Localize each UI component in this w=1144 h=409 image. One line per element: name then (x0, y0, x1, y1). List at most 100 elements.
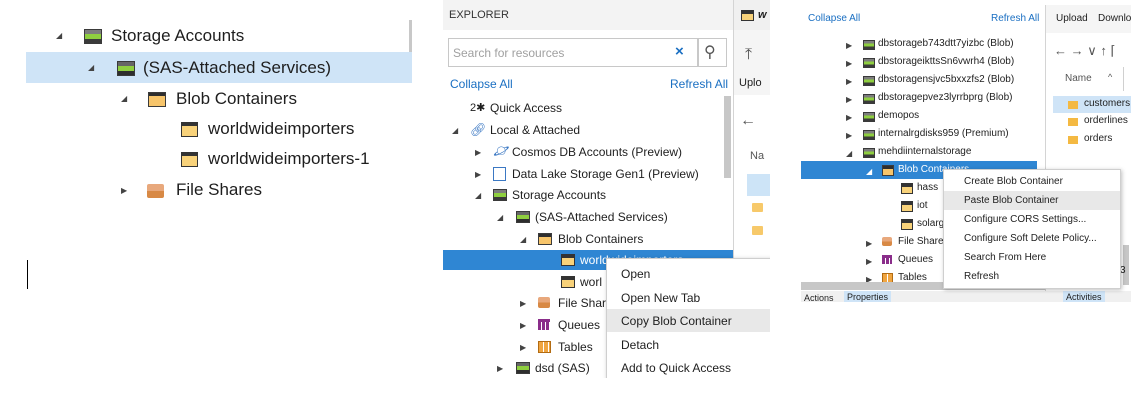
search-icon: ⚲ (704, 44, 716, 61)
menu-item-label: Configure Soft Delete Policy... (964, 233, 1097, 244)
menu-item-create-blob-container[interactable]: Create Blob Container (944, 172, 1120, 191)
search-box[interactable]: Search for resources × (448, 38, 698, 67)
tab-activities[interactable]: Activities (1063, 291, 1105, 302)
expanded-arrow-icon[interactable]: ◢ (497, 213, 503, 222)
storage-account-icon (863, 94, 875, 104)
tree-item-label: Queues (898, 254, 934, 265)
panel-1-tree: ◢ Storage Accounts ◢ (SAS-Attached Servi… (26, 20, 416, 198)
collapsed-arrow-icon[interactable]: ▶ (846, 77, 852, 86)
tree-item-label: Blob Containers (176, 89, 297, 108)
column-divider[interactable] (1123, 67, 1124, 91)
expanded-arrow-icon[interactable]: ◢ (846, 149, 852, 158)
column-name-header[interactable]: Name (1065, 73, 1092, 84)
collapsed-arrow-icon[interactable]: ▶ (846, 131, 852, 140)
collapsed-arrow-icon[interactable]: ▶ (866, 239, 872, 248)
clear-icon[interactable]: × (675, 43, 684, 60)
collapsed-arrow-icon[interactable]: ▶ (846, 95, 852, 104)
tree-item-sas-attached-services[interactable]: ◢ (SAS-Attached Services) (26, 52, 412, 83)
collapsed-arrow-icon[interactable]: ▶ (475, 170, 481, 179)
sidebar-scrollbar[interactable] (724, 96, 731, 178)
file-row-orderlines[interactable]: orderlines (1053, 113, 1131, 130)
search-button[interactable]: ⚲ (698, 38, 727, 67)
tree-item-local-attached[interactable]: ◢ 🔗︎ Local & Attached (443, 120, 770, 140)
tree-item-sas-attached-services[interactable]: ◢ (SAS-Attached Services) (443, 207, 770, 227)
collapsed-arrow-icon[interactable]: ▶ (497, 364, 503, 373)
menu-item-configure-soft-delete[interactable]: Configure Soft Delete Policy... (944, 229, 1120, 248)
expanded-arrow-icon[interactable]: ◢ (121, 94, 127, 103)
tree-item-quick-access[interactable]: 2✱ Quick Access (443, 98, 770, 118)
tree-item-storage-accounts[interactable]: ◢ Storage Accounts (443, 185, 770, 205)
menu-item-label: Add to Quick Access (621, 360, 732, 375)
expanded-arrow-icon[interactable]: ◢ (866, 167, 872, 176)
tree-item-storage-accounts[interactable]: ◢ Storage Accounts (26, 24, 416, 48)
tree-item-worldwideimporters-1[interactable]: worldwideimporters-1 (26, 146, 416, 172)
menu-item-label: Copy Blob Container (621, 313, 732, 328)
folder-icon (1068, 101, 1078, 109)
tree-item-cosmos-db[interactable]: ▶ 🪐︎ Cosmos DB Accounts (Preview) (443, 142, 770, 162)
menu-item-copy-blob-container[interactable]: Copy Blob Container (607, 309, 770, 332)
expanded-arrow-icon[interactable]: ◢ (452, 126, 458, 135)
blob-container-icon (901, 183, 913, 194)
tree-item-label: File Share (558, 296, 613, 310)
collapsed-arrow-icon[interactable]: ▶ (846, 59, 852, 68)
tree-item-worldwideimporters[interactable]: worldwideimporters (26, 116, 416, 142)
storage-account-icon (493, 189, 507, 201)
storage-account-icon (863, 148, 875, 158)
upload-icon[interactable]: ⤒ (745, 46, 752, 64)
menu-item-label: Configure CORS Settings... (964, 214, 1087, 225)
tab-properties[interactable]: Properties (844, 291, 892, 302)
file-row-customers[interactable]: customers (1053, 96, 1131, 113)
storage-account-icon (863, 130, 875, 140)
expanded-arrow-icon[interactable]: ◢ (88, 63, 94, 72)
collapse-all-link[interactable]: Collapse All (450, 77, 513, 91)
collapse-all-link[interactable]: Collapse All (808, 13, 860, 24)
collapsed-arrow-icon[interactable]: ▶ (520, 321, 526, 330)
tree-item-label: demopos (878, 110, 920, 121)
tree-item-data-lake[interactable]: ▶ Data Lake Storage Gen1 (Preview) (443, 164, 770, 184)
sort-ascending-icon[interactable]: ^ (1108, 72, 1112, 82)
blob-container-icon (181, 122, 198, 137)
expanded-arrow-icon[interactable]: ◢ (475, 191, 481, 200)
blob-containers-icon (538, 233, 552, 245)
editor-tab[interactable]: w (734, 0, 770, 30)
upload-button[interactable]: Upload (1056, 13, 1088, 24)
menu-item-configure-cors[interactable]: Configure CORS Settings... (944, 210, 1120, 229)
collapsed-arrow-icon[interactable]: ▶ (520, 299, 526, 308)
blob-container-icon (181, 152, 198, 167)
menu-item-open-new-tab[interactable]: Open New Tab (607, 286, 770, 309)
refresh-all-link[interactable]: Refresh All (991, 13, 1039, 24)
tree-item-blob-containers[interactable]: ◢ Blob Containers (26, 86, 416, 112)
menu-item-label: Open (621, 266, 651, 281)
tree-item-label: internalrgdisks959 (Premium) (878, 128, 1009, 139)
tree-item-label: (SAS-Attached Services) (535, 210, 668, 224)
back-arrow-icon[interactable]: ← (740, 112, 756, 130)
panel-2-explorer: EXPLORER Search for resources × ⚲ Collap… (443, 0, 770, 378)
refresh-all-link[interactable]: Refresh All (670, 77, 728, 91)
collapsed-arrow-icon[interactable]: ▶ (520, 343, 526, 352)
expanded-arrow-icon[interactable]: ◢ (520, 235, 526, 244)
menu-item-search-from-here[interactable]: Search From Here (944, 248, 1120, 267)
upload-button[interactable]: Uplo (739, 77, 762, 89)
tab-actions[interactable]: Actions (804, 293, 834, 302)
collapsed-arrow-icon[interactable]: ▶ (846, 113, 852, 122)
blob-containers-icon (148, 92, 166, 107)
navigation-arrows-icon[interactable]: ← → ∨ ↑ ⌈ (1054, 43, 1116, 59)
expanded-arrow-icon[interactable]: ◢ (56, 31, 62, 40)
download-button[interactable]: Downlo (1098, 13, 1131, 24)
collapsed-arrow-icon[interactable]: ▶ (846, 41, 852, 50)
search-input[interactable]: Search for resources (453, 46, 564, 60)
menu-item-open[interactable]: Open (607, 262, 770, 285)
tree-item-label: dsd (SAS) (535, 361, 590, 375)
menu-item-add-to-quick-access[interactable]: Add to Quick Access (607, 356, 770, 378)
collapsed-arrow-icon[interactable]: ▶ (866, 257, 872, 266)
tree-item-file-shares[interactable]: ▶ File Shares (26, 177, 416, 198)
tree-item-blob-containers[interactable]: ◢ Blob Containers (443, 229, 770, 249)
file-row-orders[interactable]: orders (1053, 131, 1131, 148)
collapsed-arrow-icon[interactable]: ▶ (475, 148, 481, 157)
menu-item-paste-blob-container[interactable]: Paste Blob Container (944, 191, 1120, 210)
menu-item-refresh[interactable]: Refresh (944, 267, 1120, 286)
collapsed-arrow-icon[interactable]: ▶ (121, 186, 127, 195)
menu-item-detach[interactable]: Detach (607, 333, 770, 356)
menu-item-label: Detach (621, 337, 660, 352)
column-name-header[interactable]: Na (750, 150, 764, 162)
